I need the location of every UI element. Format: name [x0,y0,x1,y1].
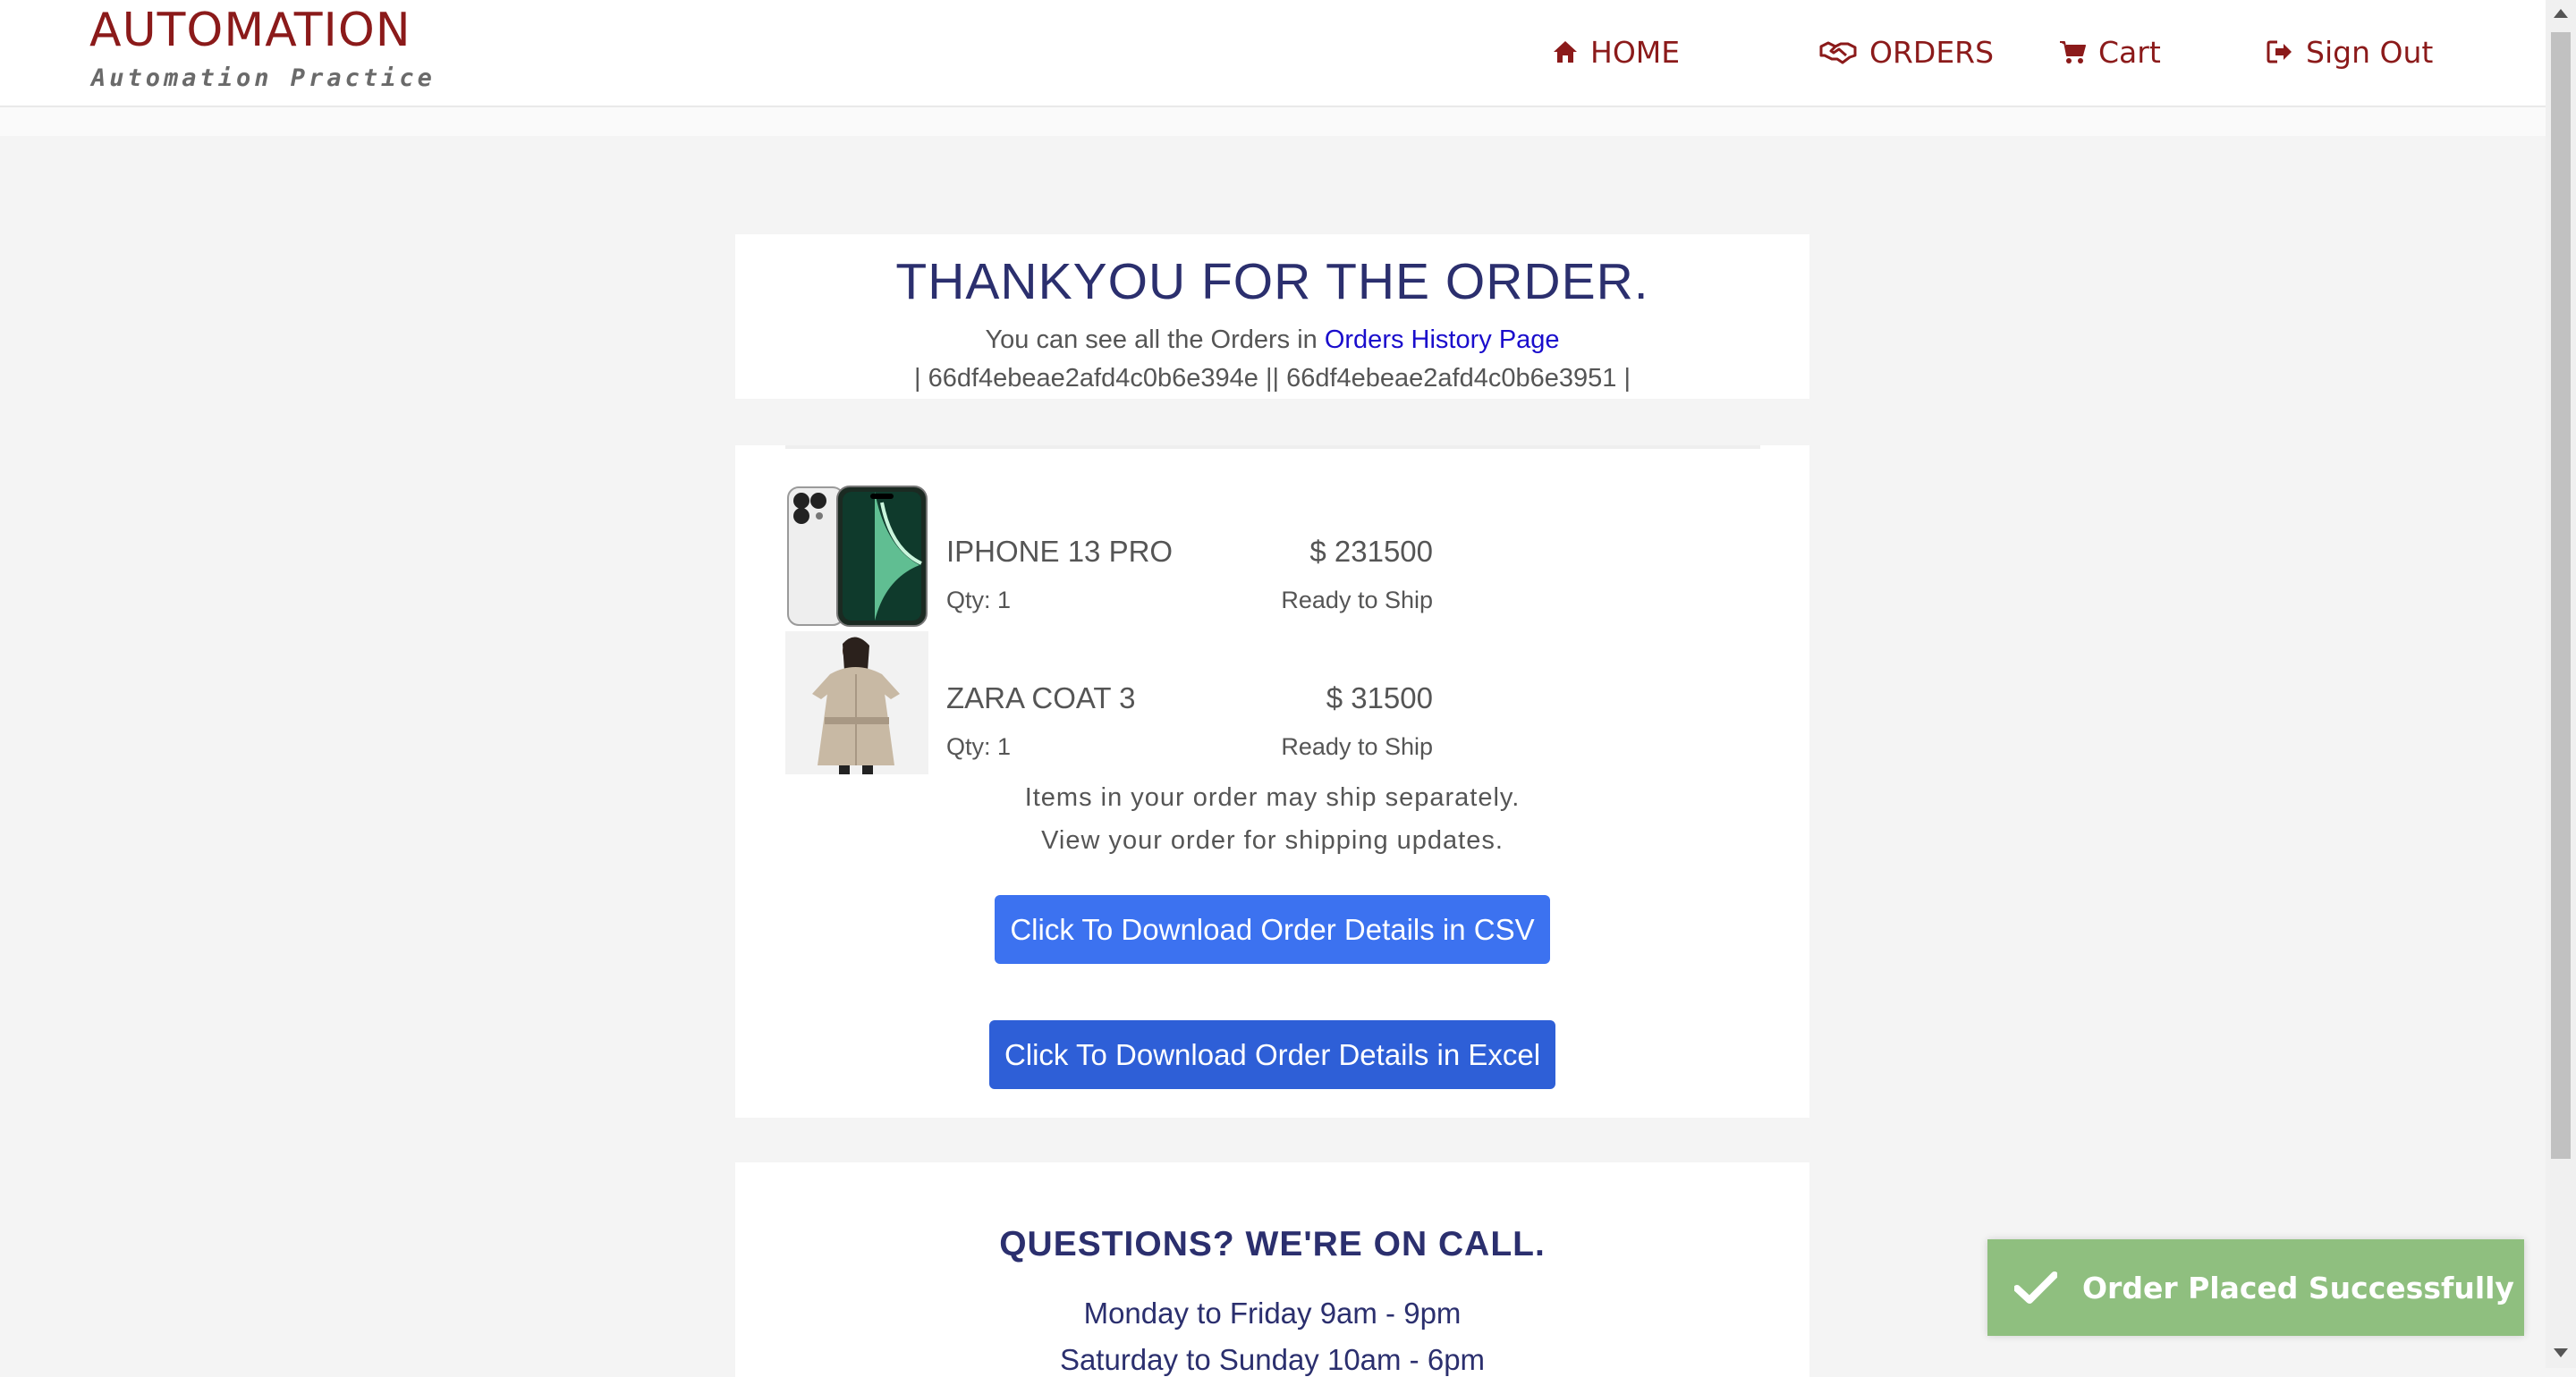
nav-sign-out-button[interactable]: Sign Out [2267,32,2433,72]
nav-orders-button[interactable]: ORDERS [1819,32,1994,72]
divider [785,445,1760,449]
vertical-scrollbar[interactable] [2546,0,2576,1368]
item-price: $ 31500 [1326,681,1433,714]
item-price: $ 231500 [1309,535,1433,568]
order-ids: | 66df4ebeae2afd4c0b6e394e || 66df4ebeae… [914,364,1631,393]
nav-cart-label: Cart [2098,34,2161,70]
item-status: Ready to Ship [1281,587,1433,613]
scroll-up-arrow[interactable] [2554,9,2568,18]
check-icon [2014,1271,2057,1304]
scroll-down-arrow[interactable] [2554,1348,2568,1357]
scroll-thumb[interactable] [2551,32,2571,1159]
item-name: IPHONE 13 PRO [946,535,1174,568]
sign-out-icon [2267,40,2292,63]
brand-title[interactable]: AUTOMATION [89,4,411,57]
item-status: Ready to Ship [1281,733,1433,760]
item-quantity: Qty: 1 [946,587,1012,613]
success-toast[interactable]: Order Placed Successfully [1987,1239,2524,1336]
shipping-note: Items in your order may ship separately. [1024,783,1521,812]
nav-sign-out-label: Sign Out [2306,34,2434,70]
questions-title: QUESTIONS? WE'RE ON CALL. [999,1225,1546,1263]
orders-history-line: You can see all the Orders in Orders His… [735,325,1809,355]
weekend-hours: Saturday to Sunday 10am - 6pm [1059,1343,1486,1376]
nav-orders-label: ORDERS [1869,34,1995,70]
questions-panel: QUESTIONS? WE'RE ON CALL. Monday to Frid… [735,1162,1809,1377]
item-quantity: Qty: 1 [946,733,1012,760]
toast-message: Order Placed Successfully [2082,1270,2514,1305]
order-item: IPHONE 13 PRO $ 231500 Qty: 1 Ready to S… [785,485,1760,628]
cart-icon [2060,41,2086,63]
navbar: AUTOMATION Automation Practice HOME ORDE… [0,0,2546,107]
order-item: ZARA COAT 3 $ 31500 Qty: 1 Ready to Ship [785,631,1760,774]
orders-history-prefix: You can see all the Orders in [985,325,1318,354]
nav-home-button[interactable]: HOME [1553,32,1680,72]
home-icon [1554,41,1577,63]
download-csv-button[interactable]: Click To Download Order Details in CSV [995,895,1550,964]
handshake-icon [1819,41,1857,64]
coat-image [785,631,928,774]
iphone-image [785,485,928,628]
nav-cart-button[interactable]: Cart [2059,32,2161,72]
download-excel-button[interactable]: Click To Download Order Details in Excel [989,1020,1555,1089]
order-confirmation-panel: THANKYOU FOR THE ORDER. You can see all … [735,234,1809,399]
header-strip [0,107,2546,136]
order-items-panel: IPHONE 13 PRO $ 231500 Qty: 1 Ready to S… [735,445,1809,1118]
shipping-updates-note: View your order for shipping updates. [1041,826,1504,855]
confirmation-title: THANKYOU FOR THE ORDER. [895,253,1649,310]
item-name: ZARA COAT 3 [946,681,1136,714]
orders-history-link[interactable]: Orders History Page [1325,325,1560,354]
weekday-hours: Monday to Friday 9am - 9pm [1083,1297,1462,1330]
brand-subtitle: Automation Practice [91,64,436,92]
nav-home-label: HOME [1590,34,1681,70]
